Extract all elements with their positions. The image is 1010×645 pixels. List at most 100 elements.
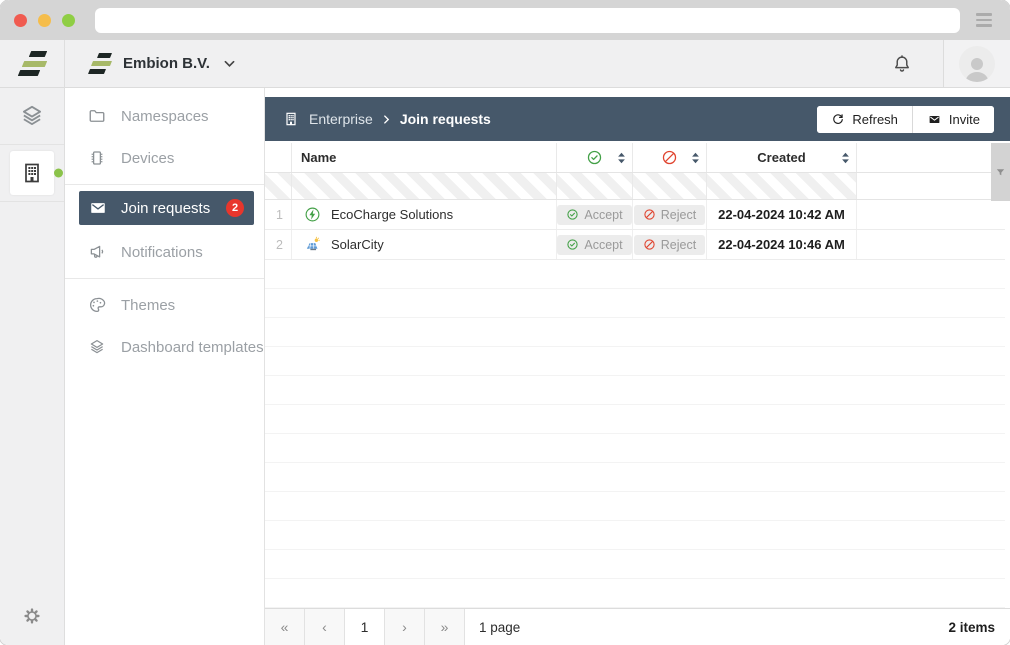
settings-button[interactable] (0, 587, 64, 645)
header-created[interactable]: Created (707, 143, 857, 172)
reject-button[interactable]: Reject (634, 235, 705, 255)
layers-icon (19, 103, 45, 129)
app-rail (0, 40, 65, 645)
invite-label: Invite (949, 112, 980, 127)
app-header: Embion B.V. (65, 40, 1010, 88)
sort-icon[interactable] (691, 151, 700, 164)
accept-button[interactable]: Accept (557, 205, 631, 225)
accept-button[interactable]: Accept (557, 235, 631, 255)
header-name[interactable]: Name (292, 143, 557, 172)
sidebar-item-dashboard-templates[interactable]: Dashboard templates (65, 326, 264, 368)
ban-circle-icon (661, 149, 678, 166)
sidebar-item-join-requests[interactable]: Join requests 2 (79, 191, 254, 225)
sidebar: Namespaces Devices Join requests (65, 88, 265, 645)
building-icon (20, 161, 44, 185)
refresh-button[interactable]: Refresh (817, 106, 912, 133)
next-page-button[interactable]: › (385, 609, 425, 645)
main-content: Enterprise Join requests Refresh (265, 88, 1010, 645)
empty-row (265, 434, 1005, 463)
header-accept[interactable] (557, 143, 633, 172)
empty-row (265, 492, 1005, 521)
minimize-window-button[interactable] (38, 14, 51, 27)
first-page-button[interactable]: « (265, 609, 305, 645)
empty-row (265, 579, 1005, 608)
empty-row (265, 318, 1005, 347)
empty-row (265, 521, 1005, 550)
sidebar-item-label: Dashboard templates (121, 339, 264, 356)
last-page-button[interactable]: » (425, 609, 465, 645)
created-cell: 22-04-2024 10:42 AM (707, 200, 857, 229)
sidebar-item-label: Notifications (121, 244, 203, 261)
table-row[interactable]: 1 EcoCharge Solutions (265, 200, 1005, 230)
palette-icon (88, 296, 106, 314)
avatar (959, 46, 995, 82)
rail-active-card[interactable] (10, 151, 54, 195)
current-page-button[interactable]: 1 (345, 609, 385, 645)
toolbar-actions: Refresh Invite (817, 106, 994, 133)
maximize-window-button[interactable] (62, 14, 75, 27)
check-circle-icon (586, 149, 603, 166)
sidebar-item-notifications[interactable]: Notifications (65, 231, 264, 273)
refresh-icon (831, 112, 845, 126)
rail-logo[interactable] (0, 40, 64, 88)
org-switcher[interactable]: Embion B.V. (65, 52, 265, 75)
invite-button[interactable]: Invite (912, 106, 994, 133)
browser-menu-icon[interactable] (972, 8, 996, 32)
table-filter-row (265, 173, 1005, 200)
window-controls (14, 14, 75, 27)
reject-cell: Reject (633, 230, 707, 259)
accept-cell: Accept (557, 230, 633, 259)
ban-circle-icon (643, 208, 656, 221)
notifications-bell-button[interactable] (861, 52, 943, 76)
check-circle-icon (566, 238, 579, 251)
filter-cell (292, 173, 557, 199)
url-bar[interactable] (95, 8, 960, 33)
row-number: 1 (265, 200, 292, 229)
empty-row (265, 463, 1005, 492)
column-filter-toggle[interactable] (991, 143, 1010, 201)
page-count-label: 1 page (479, 609, 520, 645)
browser-chrome (0, 0, 1010, 40)
prev-page-button[interactable]: ‹ (305, 609, 345, 645)
chip-icon (88, 149, 106, 167)
created-cell: 22-04-2024 10:46 AM (707, 230, 857, 259)
pagination-bar: « ‹ 1 › » 1 page 2 items (265, 608, 1010, 645)
empty-row (265, 260, 1005, 289)
header-row-number (265, 143, 292, 172)
rail-item-enterprise[interactable] (0, 145, 64, 202)
entity-name: EcoCharge Solutions (331, 207, 453, 222)
actions-cell (857, 200, 1005, 229)
filter-cell (707, 173, 857, 199)
breadcrumb-current: Join requests (400, 111, 491, 127)
breadcrumb-root[interactable]: Enterprise (309, 111, 373, 127)
sidebar-item-devices[interactable]: Devices (65, 137, 264, 179)
row-number: 2 (265, 230, 292, 259)
reject-button[interactable]: Reject (634, 205, 705, 225)
sort-icon[interactable] (841, 151, 850, 164)
sidebar-item-label: Devices (121, 150, 174, 167)
breadcrumb: Enterprise Join requests Refresh (265, 97, 1010, 141)
header-reject[interactable] (633, 143, 707, 172)
user-menu-button[interactable] (943, 40, 1010, 87)
sidebar-item-themes[interactable]: Themes (65, 284, 264, 326)
table-header-row: Name (265, 143, 1005, 173)
close-window-button[interactable] (14, 14, 27, 27)
sidebar-item-namespaces[interactable]: Namespaces (65, 95, 264, 137)
rail-item-namespaces[interactable] (0, 88, 64, 145)
name-cell: SolarCity (292, 230, 557, 259)
sort-icon[interactable] (617, 151, 626, 164)
bell-icon (891, 52, 913, 76)
refresh-label: Refresh (852, 112, 898, 127)
actions-cell (857, 230, 1005, 259)
join-requests-badge: 2 (226, 199, 244, 217)
funnel-icon (995, 167, 1006, 178)
chevron-right-icon (381, 114, 392, 125)
items-count-label: 2 items (948, 609, 995, 645)
empty-row (265, 376, 1005, 405)
layers-icon (88, 338, 106, 356)
building-icon (283, 111, 299, 127)
empty-row (265, 405, 1005, 434)
org-name: Embion B.V. (123, 55, 210, 72)
folder-icon (88, 107, 106, 125)
table-row[interactable]: 2 SolarCity (265, 230, 1005, 260)
